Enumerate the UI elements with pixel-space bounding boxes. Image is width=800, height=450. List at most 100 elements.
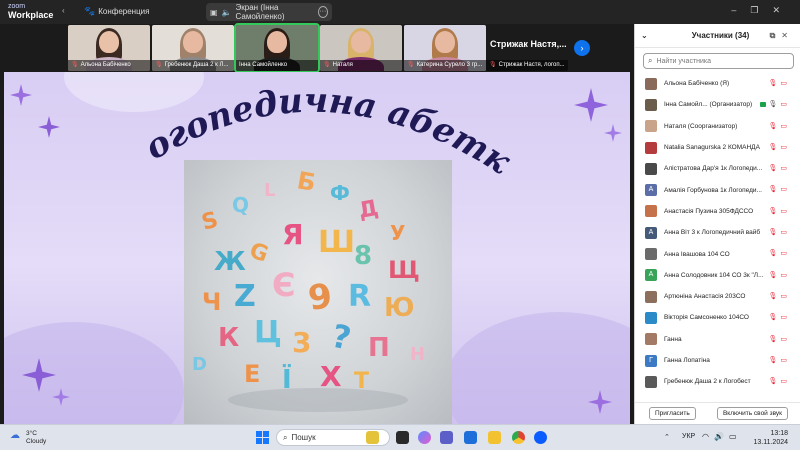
chevron-right-icon: › [580,43,584,53]
svg-text:Я: Я [282,218,304,251]
screen-share-indicator[interactable]: ▣ 🔈 Экран (Інна Самойленко) ··· [206,3,332,21]
participant-name: Інна Самойл... (Организатор) [664,101,753,109]
file-explorer-icon[interactable] [488,431,501,444]
mic-muted-icon[interactable]: 🎙 [768,144,780,151]
copilot-icon[interactable] [418,431,431,444]
participant-row[interactable]: Наталя (Соорганизатор) 🎙▭ [635,116,800,137]
camera-off-icon[interactable]: ▭ [780,101,790,108]
video-tile-3[interactable]: Інна Самойленко [234,23,320,73]
mic-muted-icon[interactable]: 🎙 [768,378,780,385]
participant-row[interactable]: Ганна 🎙▭ [635,329,800,350]
close-panel-icon[interactable]: ✕ [781,31,794,40]
speaker-icon[interactable]: 🔈 [222,8,232,17]
participant-name: Анна Солодовник 104 СО 3к "Л... [664,271,764,279]
chrome-icon[interactable] [512,431,525,444]
participant-row[interactable]: Natalia Sanagurska 2 КОМАНДА 🎙▭ [635,137,800,158]
mic-muted-icon[interactable]: 🎙 [768,357,780,364]
clock[interactable]: 13:18 13.11.2024 [753,429,788,447]
tray-chevron-icon[interactable]: ⌃ [664,433,670,441]
mic-muted-icon[interactable]: 🎙 [768,314,780,321]
svg-text:Б: Б [295,166,318,197]
participant-row[interactable]: А Анна Солодовник 104 СО 3к "Л... 🎙▭ [635,265,800,286]
participant-row[interactable]: Г Ганна Лопатіна 🎙▭ [635,350,800,371]
mic-muted-icon[interactable]: 🎙 [768,293,780,300]
video-tile-1[interactable]: 🎙 Альона Бабіченко [68,25,150,71]
participant-row[interactable]: Вікторія Самсоненко 104СО 🎙▭ [635,307,800,328]
meeting-title[interactable]: 🐾 Конференция [84,6,149,17]
participant-row[interactable]: А Амалія Горбунова 1к Логопеди... 🎙▭ [635,179,800,200]
next-page-button[interactable]: › [574,40,590,56]
view-grid-icon[interactable]: ▣ [210,8,218,17]
participant-name: Анастасія Пузина 305ФДССО [664,207,754,215]
zoom-taskbar-icon[interactable] [534,431,547,444]
camera-off-icon[interactable]: ▭ [780,378,790,385]
language-indicator[interactable]: УКР [682,433,695,440]
video-tile-5[interactable]: 🎙 Катерина Сурело 3 гр... [404,25,486,71]
svg-text:Ї: Ї [282,363,292,395]
svg-text:К: К [218,323,239,353]
participant-row[interactable]: Анастасія Пузина 305ФДССО 🎙▭ [635,201,800,222]
svg-text:D: D [192,354,207,375]
camera-off-icon[interactable]: ▭ [780,229,790,236]
camera-off-icon[interactable]: ▭ [780,123,790,130]
camera-off-icon[interactable]: ▭ [780,336,790,343]
camera-off-icon[interactable]: ▭ [780,272,790,279]
svg-text:Ф: Ф [330,181,350,205]
close-icon[interactable]: ✕ [772,5,794,15]
svg-text:Є: Є [272,266,295,304]
mic-muted-icon[interactable]: 🎙 [768,250,780,257]
video-tile-6[interactable]: Стрижак Настя,... 🎙 Стрижак Настя, логоп.… [486,25,568,71]
camera-off-icon[interactable]: ▭ [780,208,790,215]
mic-on-icon[interactable]: 🎙 [768,101,780,108]
volume-icon[interactable]: 🔊 [714,432,729,441]
widgets-icon[interactable] [366,431,379,444]
unmute-self-button[interactable]: Включить свой звук [716,407,788,420]
mic-muted-icon[interactable]: 🎙 [768,272,780,279]
mic-muted-icon[interactable]: 🎙 [768,208,780,215]
participant-search[interactable]: ⌕ Найти участника [643,53,794,69]
camera-off-icon[interactable]: ▭ [780,357,790,364]
battery-icon[interactable]: ▭ [729,432,742,441]
popout-icon[interactable]: ⧉ [770,31,782,40]
weather-widget[interactable]: ☁ 3°C Cloudy [10,430,46,446]
mic-muted-icon[interactable]: 🎙 [768,186,780,193]
mic-muted-icon[interactable]: 🎙 [768,123,780,130]
camera-off-icon[interactable]: ▭ [780,314,790,321]
mic-muted-icon[interactable]: 🎙 [768,80,780,87]
more-options-icon[interactable]: ··· [317,6,328,18]
minimize-icon[interactable]: – [731,5,750,15]
windows-start-button[interactable] [256,431,269,444]
chevron-left-icon[interactable]: ‹ [62,6,65,15]
camera-off-icon[interactable]: ▭ [780,144,790,151]
task-view-icon[interactable] [396,431,409,444]
participant-row[interactable]: А Анна Віт 3 к Логопедичний вайб 🎙▭ [635,222,800,243]
mic-muted-icon[interactable]: 🎙 [768,229,780,236]
video-tile-2[interactable]: 🎙 Гребенюк Даша 2 к Л... [152,25,234,71]
collapse-chevron-icon[interactable]: ⌄ [641,31,648,40]
participant-row[interactable]: Артюніна Анастасія 203СО 🎙▭ [635,286,800,307]
camera-off-icon[interactable]: ▭ [780,165,790,172]
wifi-icon[interactable]: ◠ [702,432,714,441]
camera-off-icon[interactable]: ▭ [780,250,790,257]
participant-row[interactable]: Алістратова Дар'я 1к Логопеди... 🎙▭ [635,158,800,179]
participant-row[interactable]: Анна Івашова 104 СО 🎙▭ [635,243,800,264]
avatar [645,120,657,133]
teams-icon[interactable] [440,431,453,444]
camera-off-icon[interactable]: ▭ [780,80,790,87]
participant-name: Ганна [664,335,682,343]
video-tile-4[interactable]: 🎙 Наталя [320,25,402,71]
svg-text:Ж: Ж [214,247,246,277]
camera-off-icon[interactable]: ▭ [780,293,790,300]
participant-name: Natalia Sanagurska 2 КОМАНДА [664,144,760,152]
invite-button[interactable]: Пригласить [649,407,696,420]
participants-list: Альона Бабіченко (Я) 🎙▭ Інна Самойл... (Ор… [635,73,800,392]
mic-muted-icon[interactable]: 🎙 [768,336,780,343]
mic-muted-icon: 🎙 [323,62,331,68]
participant-row[interactable]: Інна Самойл... (Организатор) 🎙▭ [635,94,800,115]
mic-muted-icon[interactable]: 🎙 [768,165,780,172]
maximize-icon[interactable]: ❐ [750,5,772,15]
camera-off-icon[interactable]: ▭ [780,186,790,193]
mail-icon[interactable] [464,431,477,444]
participant-row[interactable]: Гребенюк Даша 2 к Логобест 🎙▭ [635,371,800,392]
participant-row[interactable]: Альона Бабіченко (Я) 🎙▭ [635,73,800,94]
